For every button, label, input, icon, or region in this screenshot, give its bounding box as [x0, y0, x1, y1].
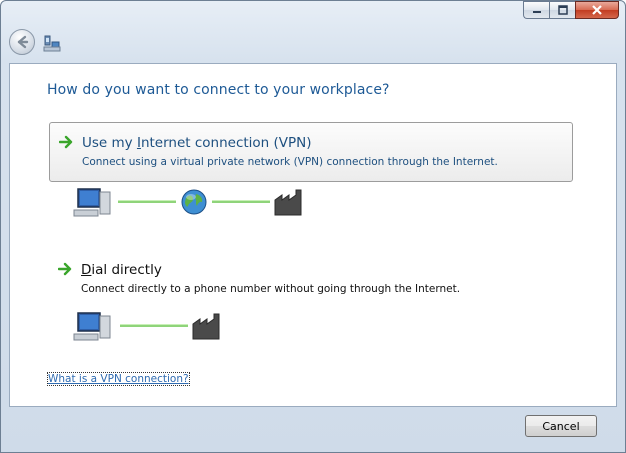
access-key-letter: D	[81, 262, 92, 278]
vpn-diagram	[72, 186, 312, 220]
wizard-footer: Cancel	[9, 407, 617, 447]
dial-diagram	[72, 310, 232, 344]
caption-buttons	[523, 1, 619, 19]
vpn-help-link[interactable]: What is a VPN connection?	[47, 372, 190, 386]
workplace-factory-icon	[274, 189, 302, 216]
nav-bar	[1, 25, 625, 61]
connection-line	[120, 324, 188, 327]
computer-icon	[73, 312, 111, 341]
green-arrow-icon	[59, 135, 73, 149]
minimize-button[interactable]	[523, 1, 549, 19]
page-title: How do you want to connect to your workp…	[47, 82, 390, 98]
green-arrow-icon	[58, 262, 72, 276]
connection-line	[212, 200, 270, 203]
back-arrow-icon	[17, 35, 29, 49]
option-vpn[interactable]: Use my Internet connection (VPN) Connect…	[49, 122, 573, 182]
access-key-letter: I	[136, 135, 141, 151]
back-button[interactable]	[9, 29, 35, 55]
title-bar	[1, 1, 625, 25]
wizard-content: How do you want to connect to your workp…	[9, 63, 617, 407]
close-button[interactable]	[575, 1, 619, 19]
network-connection-icon	[43, 35, 61, 52]
option-dial-directly[interactable]: Dial directly Connect directly to a phon…	[49, 250, 573, 310]
cancel-button[interactable]: Cancel	[525, 415, 597, 437]
option-dial-title-text: Dial directly	[81, 262, 162, 278]
close-icon	[592, 5, 602, 15]
maximize-button[interactable]	[549, 1, 575, 19]
option-vpn-description: Connect using a virtual private network …	[82, 156, 498, 168]
workplace-factory-icon	[192, 313, 220, 340]
internet-globe-icon	[181, 189, 207, 215]
option-vpn-title: Use my Internet connection (VPN)	[82, 135, 312, 151]
minimize-icon	[532, 11, 541, 13]
connection-line	[118, 200, 176, 203]
wizard-window: How do you want to connect to your workp…	[0, 0, 626, 453]
option-vpn-title-text: Use my Internet connection (VPN)	[82, 135, 312, 151]
option-dial-title: Dial directly	[81, 262, 162, 278]
option-dial-description: Connect directly to a phone number witho…	[81, 283, 461, 295]
computer-icon	[73, 188, 111, 217]
maximize-icon	[557, 5, 568, 15]
